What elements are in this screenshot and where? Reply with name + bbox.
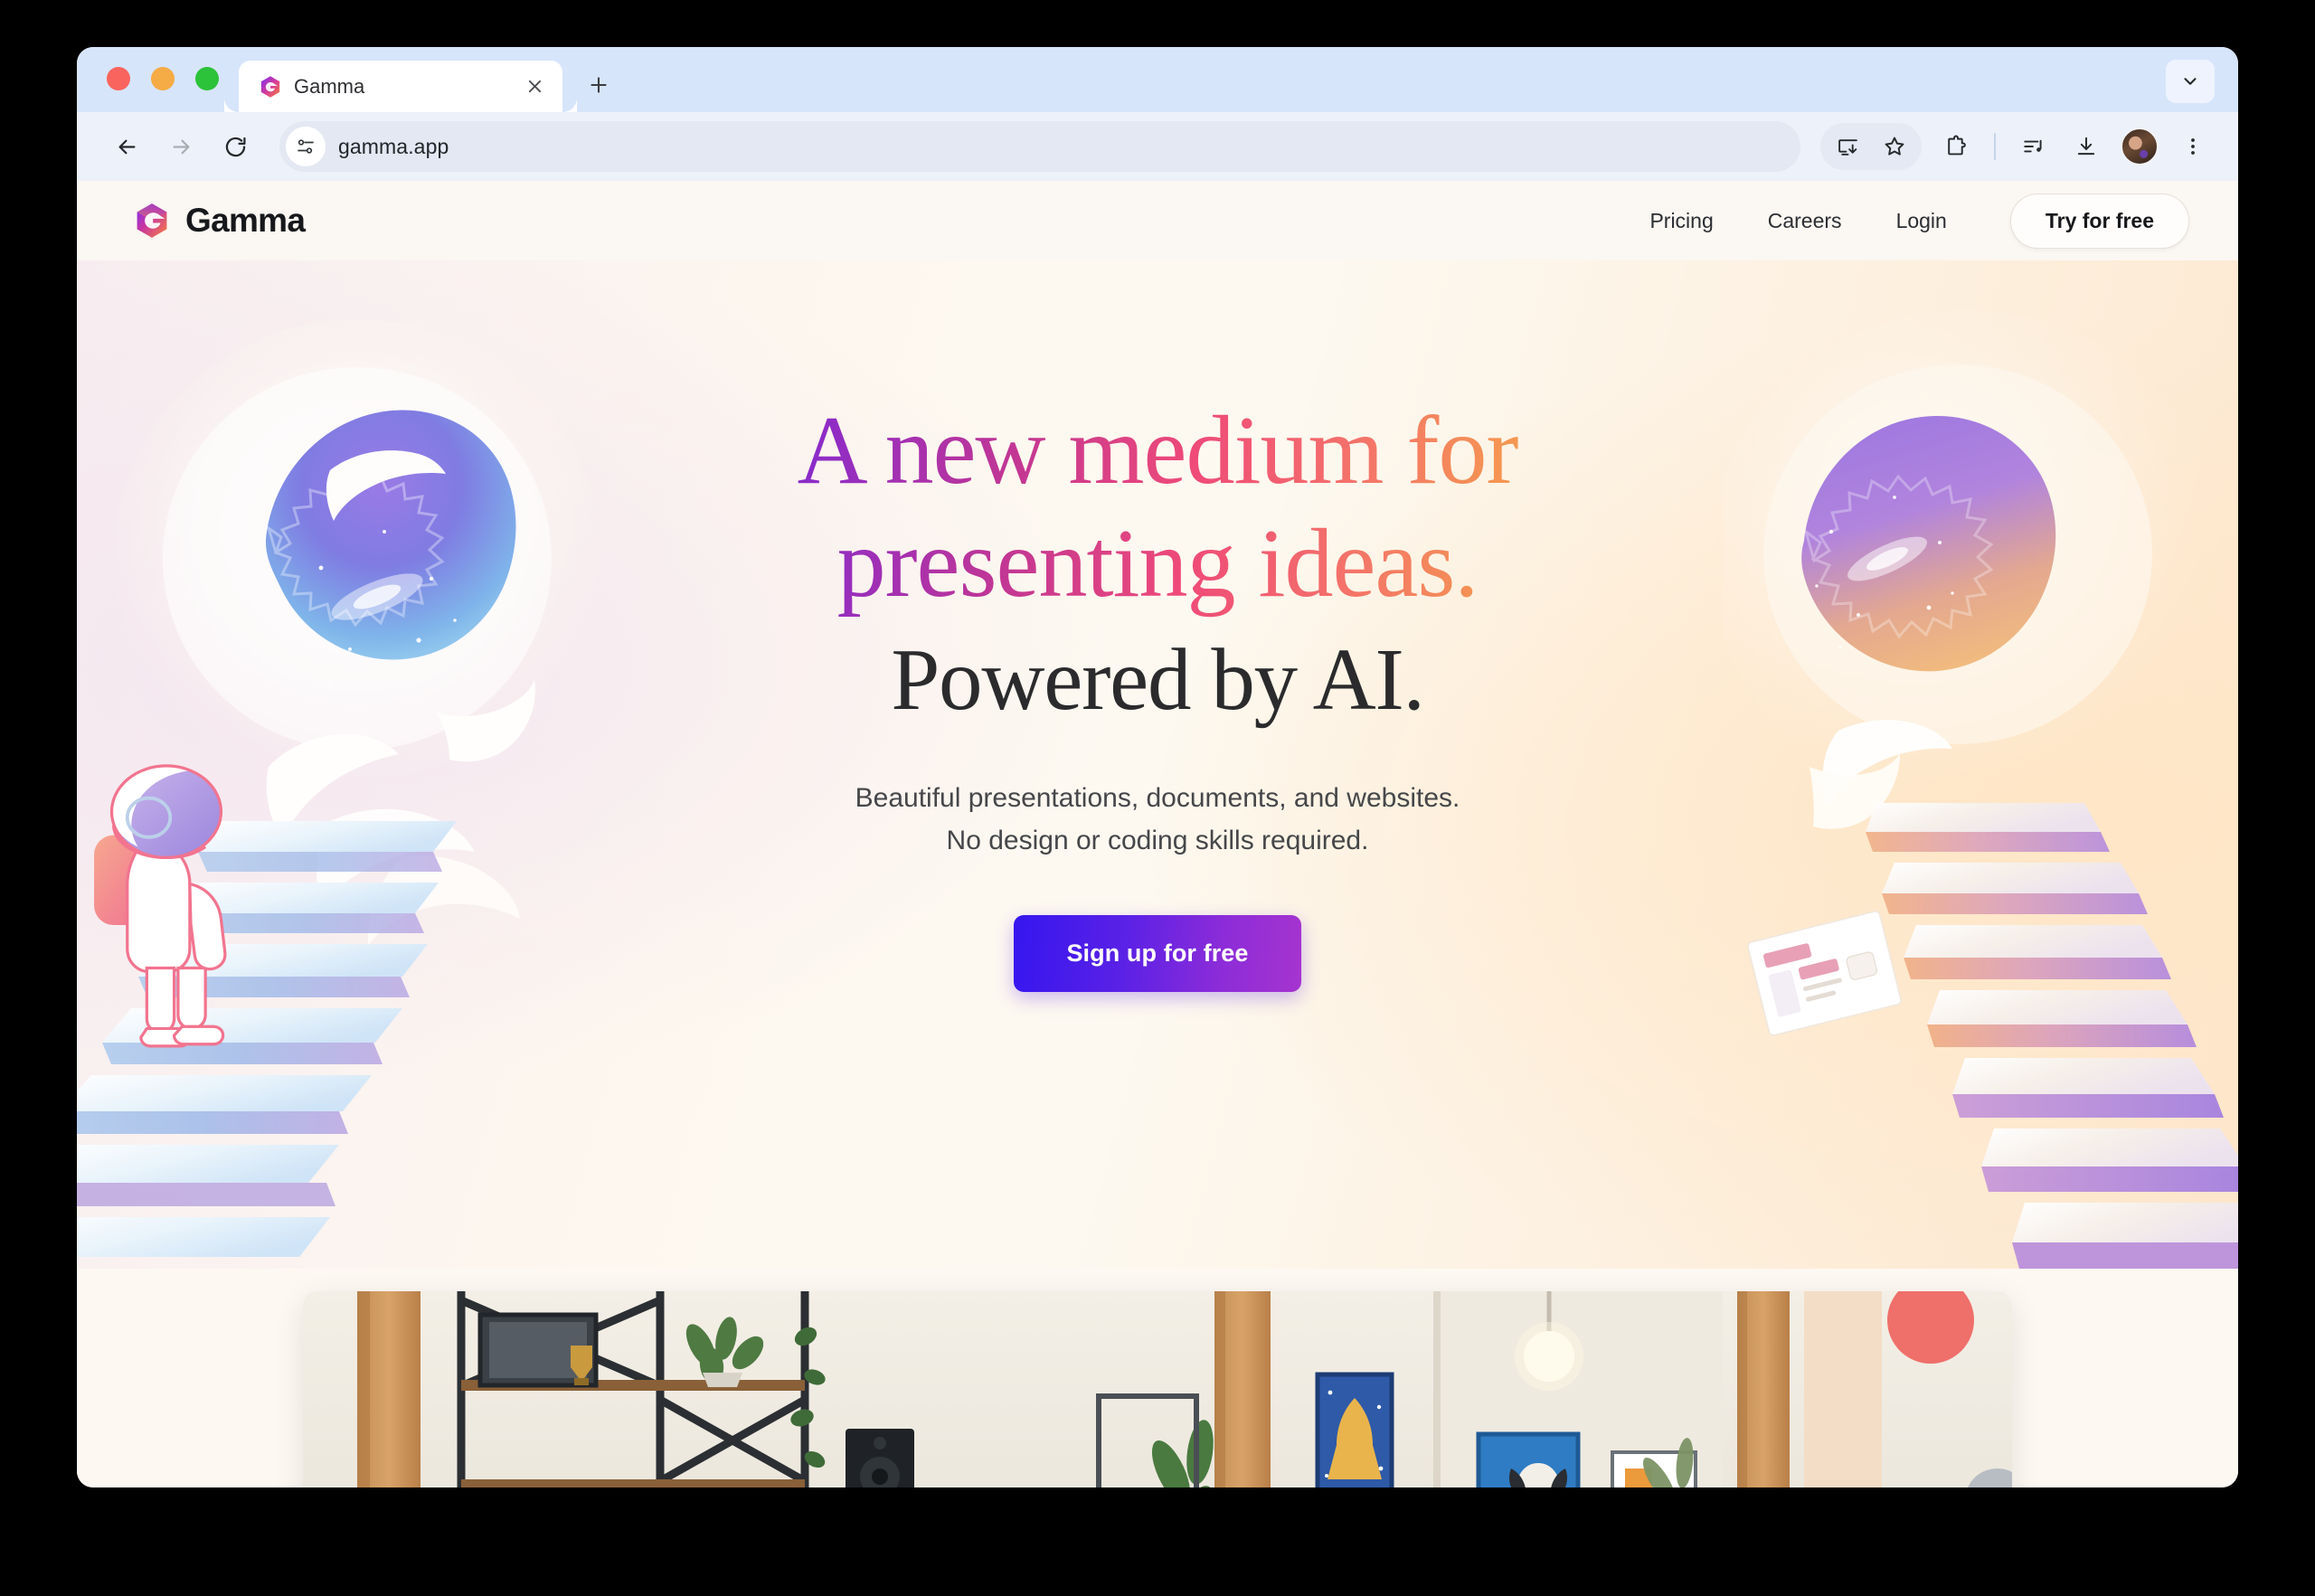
site-navbar: Gamma Pricing Careers Login Try for free <box>77 181 2238 260</box>
browser-tab-gamma[interactable]: Gamma <box>239 61 577 112</box>
close-tab-button[interactable] <box>521 73 548 100</box>
extensions-button[interactable] <box>1932 123 1980 170</box>
chevron-down-icon <box>2184 78 2197 85</box>
gamma-hexagon-logo <box>137 203 167 238</box>
media-control-button[interactable] <box>2010 123 2057 170</box>
window-traffic-lights <box>77 67 239 112</box>
gamma-logo-icon <box>260 75 280 98</box>
browser-window: Gamma gamma.app Gamma Pricing Careers Lo… <box>77 47 2238 1487</box>
site-settings-button[interactable] <box>286 127 326 166</box>
puzzle-piece-icon <box>1948 135 1966 156</box>
hero-description: Beautiful presentations, documents, and … <box>77 777 2238 863</box>
back-button[interactable] <box>102 122 151 171</box>
address-bar[interactable]: gamma.app <box>279 121 1800 172</box>
hero-video[interactable] <box>303 1291 2012 1487</box>
site-nav-links: Pricing Careers Login Try for free <box>1628 193 2189 249</box>
hero-headline-line2: presenting ideas. <box>836 510 1479 619</box>
browser-menu-button[interactable] <box>2169 123 2216 170</box>
arrow-right-icon <box>173 139 189 154</box>
hero-headline-line1: A new medium for <box>797 397 1518 505</box>
office-loft-video-frame <box>303 1291 2012 1487</box>
nav-link-careers[interactable]: Careers <box>1746 198 1864 244</box>
hero-subheadline: Powered by AI. <box>891 630 1425 728</box>
hero-section: A new medium for presenting ideas. Power… <box>77 260 2238 1269</box>
sign-up-for-free-button[interactable]: Sign up for free <box>1014 914 1301 992</box>
page-viewport: Gamma Pricing Careers Login Try for free <box>77 181 2238 1487</box>
profile-avatar[interactable] <box>2121 127 2159 165</box>
tab-title: Gamma <box>294 74 365 98</box>
omnibox-action-group <box>1820 123 1922 170</box>
three-dot-menu-icon <box>2191 138 2195 155</box>
install-app-icon <box>1838 138 1857 156</box>
star-icon <box>1885 137 1904 156</box>
maximize-window-button[interactable] <box>195 67 219 90</box>
try-for-free-button[interactable]: Try for free <box>2009 193 2189 249</box>
minimize-window-button[interactable] <box>151 67 175 90</box>
close-window-button[interactable] <box>107 67 130 90</box>
downloads-button[interactable] <box>2063 123 2110 170</box>
new-tab-button[interactable] <box>577 63 620 107</box>
reload-icon <box>225 137 246 156</box>
download-icon <box>2077 137 2095 156</box>
reload-button[interactable] <box>211 122 260 171</box>
hero-headline: A new medium for presenting ideas. <box>633 394 1682 621</box>
hero-description-line1: Beautiful presentations, documents, and … <box>855 782 1460 813</box>
media-playlist-icon <box>2024 139 2042 153</box>
arrow-left-icon <box>118 139 135 154</box>
brand-logo[interactable]: Gamma <box>133 202 306 240</box>
hero-description-line2: No design or coding skills required. <box>946 826 1369 856</box>
nav-link-login[interactable]: Login <box>1875 198 1969 244</box>
install-app-button[interactable] <box>1824 123 1871 170</box>
browser-toolbar: gamma.app <box>77 112 2238 181</box>
tab-search-button[interactable] <box>2166 60 2215 103</box>
tune-sliders-icon <box>298 139 314 154</box>
tab-strip: Gamma <box>77 47 2238 112</box>
toolbar-divider <box>1994 133 1996 160</box>
url-text: gamma.app <box>338 134 449 158</box>
bookmark-button[interactable] <box>1871 123 1918 170</box>
brand-name: Gamma <box>185 202 306 239</box>
forward-button[interactable] <box>156 122 205 171</box>
nav-link-pricing[interactable]: Pricing <box>1628 198 1734 244</box>
hero-content: A new medium for presenting ideas. Power… <box>77 260 2238 992</box>
